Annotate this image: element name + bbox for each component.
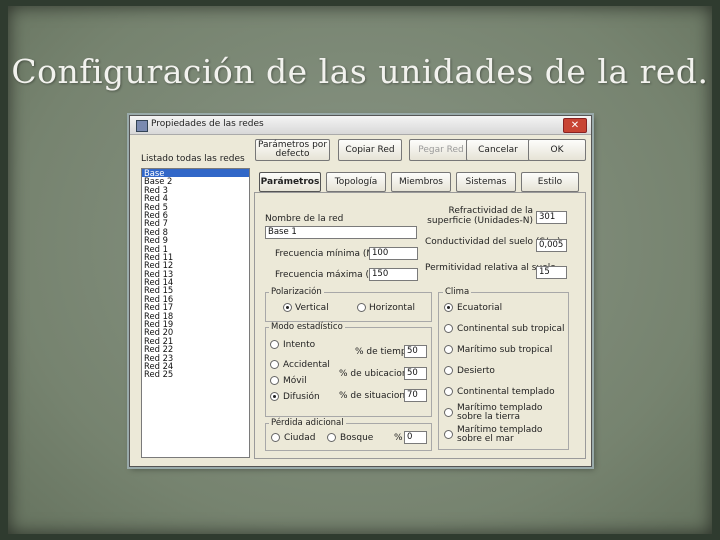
- default-params-button[interactable]: Parámetros por defecto: [255, 139, 330, 161]
- app-icon: [136, 120, 148, 132]
- freq-max-input[interactable]: 150: [369, 268, 418, 281]
- mar-templado-tierra-label: Marítimo templado sobre la tierra: [457, 403, 543, 422]
- list-item[interactable]: Red 25: [142, 370, 249, 379]
- movil-label: Móvil: [283, 376, 307, 386]
- tab-parameters[interactable]: Parámetros: [259, 172, 321, 192]
- radio-movil[interactable]: [270, 376, 279, 385]
- climate-label: Clima: [443, 287, 472, 297]
- desierto-label: Desierto: [457, 366, 495, 376]
- vertical-label: Vertical: [295, 303, 329, 313]
- tab-members[interactable]: Miembros: [391, 172, 451, 192]
- freq-min-input[interactable]: 100: [369, 247, 418, 260]
- radio-ciudad[interactable]: [271, 433, 280, 442]
- horizontal-label: Horizontal: [369, 303, 415, 313]
- radio-difusion[interactable]: [270, 392, 279, 401]
- radio-cont-templado[interactable]: [444, 387, 453, 396]
- radio-mar-templado-tierra[interactable]: [444, 408, 453, 417]
- radio-mar-subtropical[interactable]: [444, 345, 453, 354]
- tab-topology[interactable]: Topología: [326, 172, 386, 192]
- parameters-panel: Nombre de la red Base 1 Frecuencia mínim…: [254, 192, 586, 459]
- copy-network-button[interactable]: Copiar Red: [338, 139, 402, 161]
- mar-templado-mar-label: Marítimo templado sobre el mar: [457, 425, 543, 444]
- radio-desierto[interactable]: [444, 366, 453, 375]
- intento-label: Intento: [283, 340, 316, 350]
- conductivity-input[interactable]: 0,005: [536, 239, 567, 252]
- stat-mode-label: Modo estadístico: [269, 322, 345, 332]
- mar-subtropical-label: Marítimo sub tropical: [457, 345, 553, 355]
- location-pct-input[interactable]: 50: [404, 367, 427, 380]
- loss-pct-input[interactable]: 0: [404, 431, 427, 444]
- radio-horizontal[interactable]: [357, 303, 366, 312]
- permittivity-input[interactable]: 15: [536, 266, 567, 279]
- radio-accidental[interactable]: [270, 360, 279, 369]
- network-name-input[interactable]: Base 1: [265, 226, 417, 239]
- tab-style[interactable]: Estilo: [521, 172, 579, 192]
- difusion-label: Difusión: [283, 392, 320, 402]
- radio-vertical[interactable]: [283, 303, 292, 312]
- close-icon[interactable]: ✕: [563, 118, 587, 133]
- ciudad-label: Ciudad: [284, 433, 316, 443]
- title-bar[interactable]: Propiedades de las redes ✕: [130, 116, 591, 135]
- ok-button[interactable]: OK: [528, 139, 586, 161]
- paste-network-button[interactable]: Pegar Red: [409, 139, 473, 161]
- radio-bosque[interactable]: [327, 433, 336, 442]
- cancel-button[interactable]: Cancelar: [466, 139, 530, 161]
- bosque-label: Bosque: [340, 433, 374, 443]
- cont-subtropical-label: Continental sub tropical: [457, 324, 565, 334]
- network-list[interactable]: Base Base 2 Red 3 Red 4 Red 5 Red 6 Red …: [141, 168, 250, 458]
- time-pct-input[interactable]: 50: [404, 345, 427, 358]
- ecuatorial-label: Ecuatorial: [457, 303, 503, 313]
- radio-cont-subtropical[interactable]: [444, 324, 453, 333]
- radio-intento[interactable]: [270, 340, 279, 349]
- properties-dialog: Propiedades de las redes ✕ Parámetros po…: [129, 115, 592, 467]
- slide-title: Configuración de las unidades de la red.: [11, 52, 709, 91]
- conductivity-label: Conductividad del suelo (S/m): [425, 237, 561, 247]
- network-list-label: Listado todas las redes: [141, 154, 245, 164]
- cont-templado-label: Continental templado: [457, 387, 555, 397]
- polarization-label: Polarización: [269, 287, 324, 297]
- permittivity-label: Permitividad relativa al suelo: [425, 263, 556, 273]
- accidental-label: Accidental: [283, 360, 330, 370]
- situation-pct-input[interactable]: 70: [404, 389, 427, 402]
- refractivity-label: Refractividad de la superficie (Unidades…: [427, 206, 533, 226]
- radio-mar-templado-mar[interactable]: [444, 430, 453, 439]
- network-name-label: Nombre de la red: [265, 214, 344, 224]
- radio-ecuatorial[interactable]: [444, 303, 453, 312]
- tab-systems[interactable]: Sistemas: [456, 172, 516, 192]
- loss-pct-label: %: [394, 433, 403, 443]
- window-title: Propiedades de las redes: [151, 119, 264, 129]
- refractivity-input[interactable]: 301: [536, 211, 567, 224]
- extra-loss-label: Pérdida adicional: [269, 418, 346, 428]
